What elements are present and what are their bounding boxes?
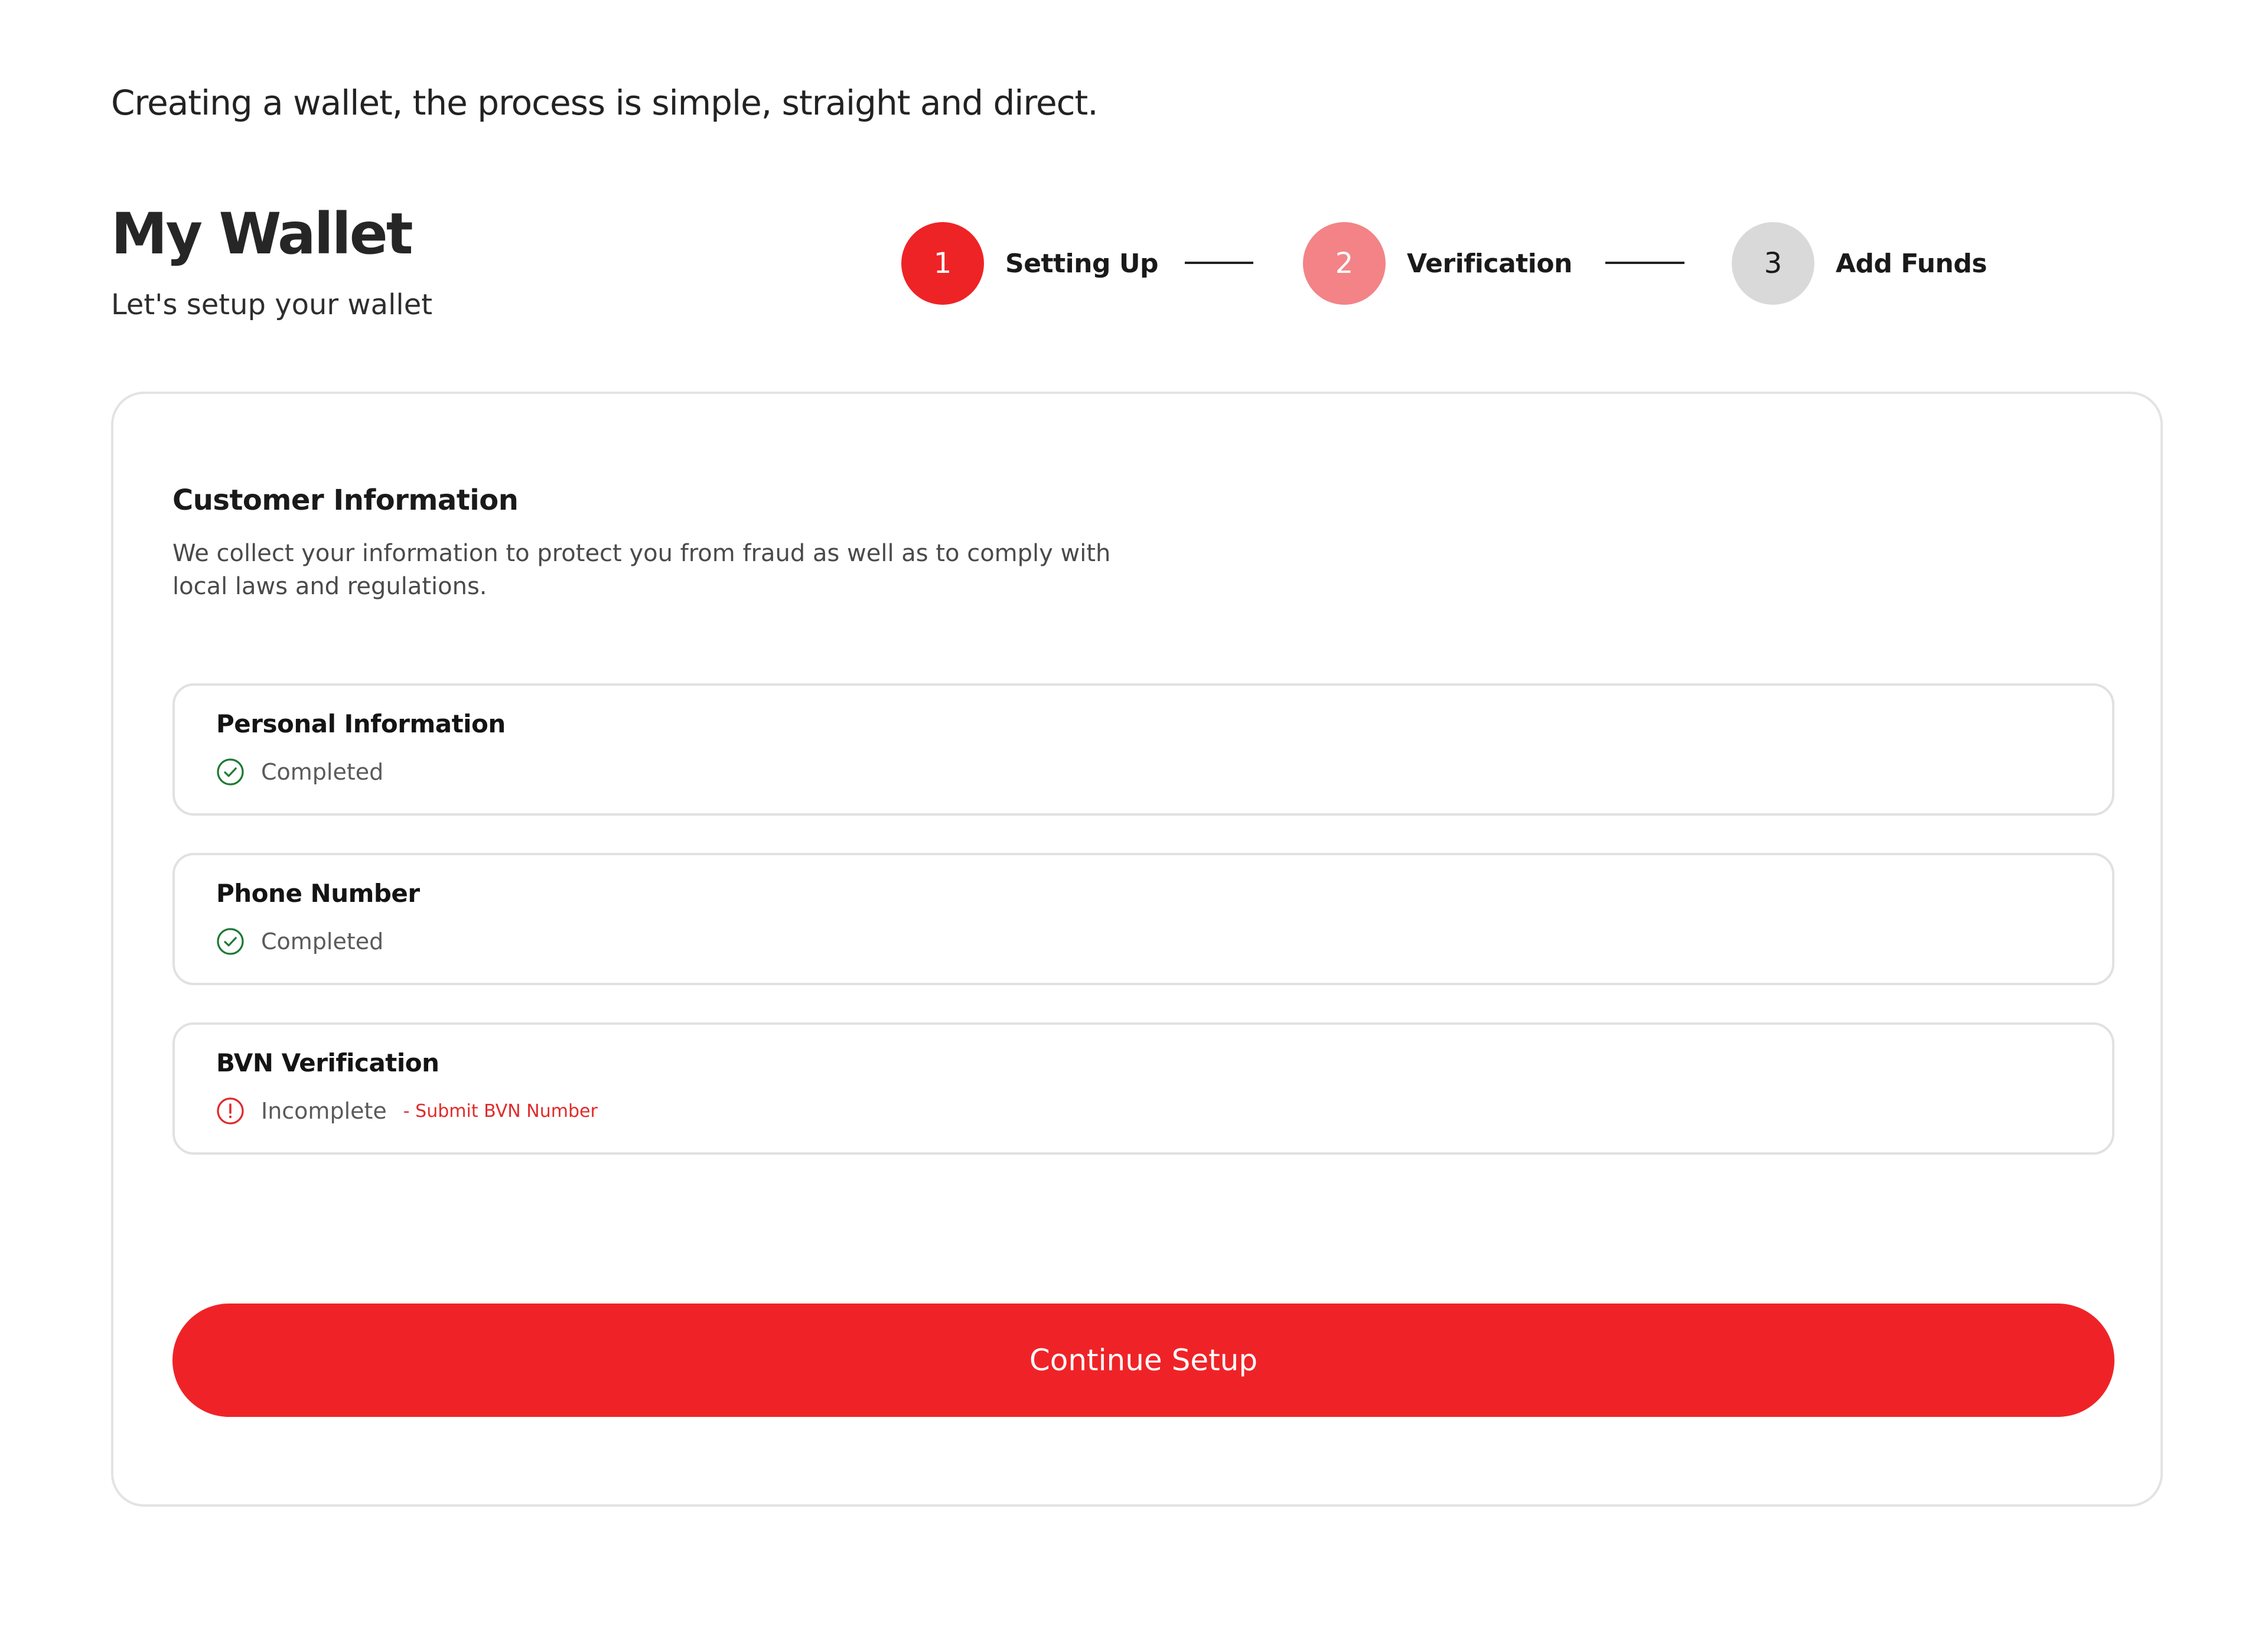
- step-connector: [1185, 262, 1253, 264]
- check-circle-icon: [217, 758, 244, 786]
- page-subtitle: Let's setup your wallet: [111, 288, 433, 321]
- step-label: Add Funds: [1836, 248, 1987, 279]
- personal-information-item[interactable]: Personal Information Completed: [172, 683, 2114, 816]
- step-label: Setting Up: [1005, 248, 1159, 279]
- alert-circle-icon: [217, 1097, 244, 1125]
- card-title: Customer Information: [172, 484, 519, 517]
- status-text: Completed: [261, 928, 384, 954]
- step-verification[interactable]: 2 Verification: [1303, 222, 1572, 305]
- continue-setup-button[interactable]: Continue Setup: [172, 1304, 2114, 1417]
- status-text: Completed: [261, 759, 384, 785]
- step-add-funds[interactable]: 3 Add Funds: [1732, 222, 1987, 305]
- status-text: Incomplete: [261, 1098, 387, 1124]
- item-status: Completed: [216, 927, 383, 956]
- step-number-badge: 3: [1732, 222, 1814, 305]
- phone-number-item[interactable]: Phone Number Completed: [172, 853, 2114, 985]
- card-description: We collect your information to protect y…: [172, 540, 1111, 600]
- check-circle-icon: [217, 928, 244, 955]
- intro-text: Creating a wallet, the process is simple…: [111, 83, 1099, 123]
- item-status: Completed: [216, 758, 383, 786]
- step-number-badge: 1: [901, 222, 984, 305]
- step-connector: [1605, 262, 1684, 264]
- item-title: Personal Information: [216, 709, 506, 738]
- customer-information-card: Customer Information We collect your inf…: [111, 392, 2163, 1507]
- step-label: Verification: [1407, 248, 1572, 279]
- step-setting-up[interactable]: 1 Setting Up: [901, 222, 1159, 305]
- bvn-verification-item[interactable]: BVN Verification Incomplete - Submit BVN…: [172, 1022, 2114, 1155]
- item-title: BVN Verification: [216, 1048, 439, 1077]
- item-status: Incomplete - Submit BVN Number: [216, 1097, 598, 1125]
- item-title: Phone Number: [216, 879, 420, 908]
- page-title: My Wallet: [111, 201, 413, 267]
- submit-bvn-link[interactable]: - Submit BVN Number: [403, 1101, 598, 1122]
- step-number-badge: 2: [1303, 222, 1386, 305]
